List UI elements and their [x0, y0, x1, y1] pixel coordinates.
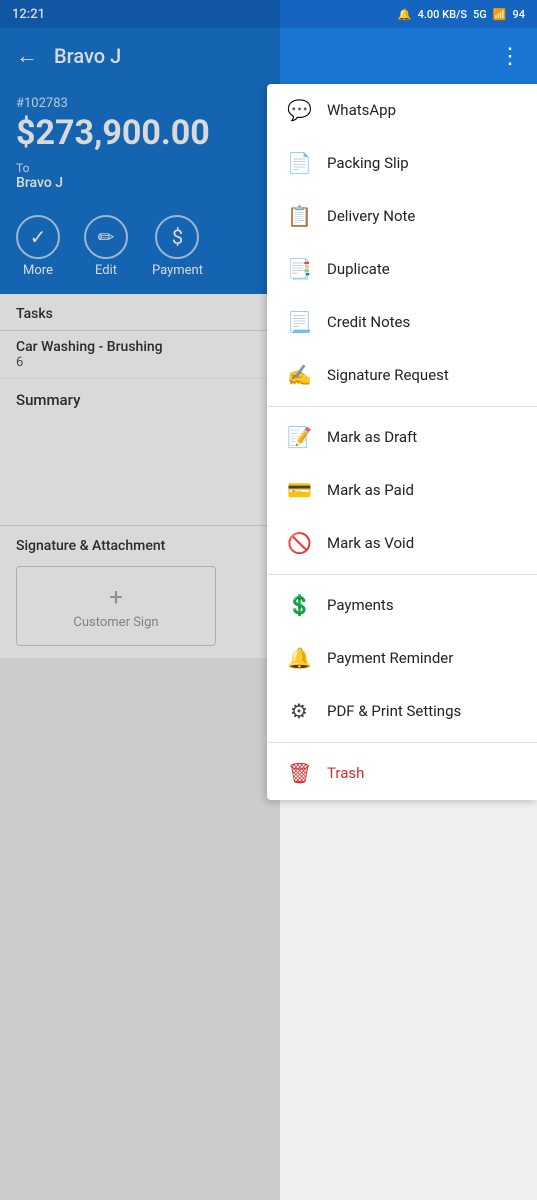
menu-label-mark-as-draft: Mark as Draft	[327, 428, 417, 446]
menu-label-credit-notes: Credit Notes	[327, 313, 410, 331]
menu-label-mark-as-paid: Mark as Paid	[327, 481, 414, 499]
menu-label-trash: Trash	[327, 764, 364, 782]
menu-item-trash[interactable]: 🗑 Trash	[267, 747, 537, 800]
menu-label-duplicate: Duplicate	[327, 260, 390, 278]
credit-notes-icon: 📃	[287, 310, 311, 334]
menu-label-delivery-note: Delivery Note	[327, 207, 415, 225]
menu-item-credit-notes[interactable]: 📃 Credit Notes	[267, 296, 537, 349]
menu-divider-1	[267, 406, 537, 407]
menu-item-payment-reminder[interactable]: 🔔 Payment Reminder	[267, 632, 537, 685]
menu-label-pdf-print: PDF & Print Settings	[327, 702, 461, 720]
mark-draft-icon: 📝	[287, 425, 311, 449]
menu-item-mark-as-void[interactable]: 🚫 Mark as Void	[267, 517, 537, 570]
menu-item-packing-slip[interactable]: 📄 Packing Slip	[267, 137, 537, 190]
menu-divider-3	[267, 742, 537, 743]
menu-item-whatsapp[interactable]: 💬 WhatsApp	[267, 84, 537, 137]
payment-reminder-icon: 🔔	[287, 646, 311, 670]
delivery-note-icon: 📋	[287, 204, 311, 228]
menu-item-mark-as-paid[interactable]: 💳 Mark as Paid	[267, 464, 537, 517]
menu-divider-2	[267, 574, 537, 575]
mark-paid-icon: 💳	[287, 478, 311, 502]
menu-item-duplicate[interactable]: 📑 Duplicate	[267, 243, 537, 296]
menu-label-payments: Payments	[327, 596, 394, 614]
duplicate-icon: 📑	[287, 257, 311, 281]
menu-item-signature-request[interactable]: ✍ Signature Request	[267, 349, 537, 402]
menu-label-payment-reminder: Payment Reminder	[327, 649, 453, 667]
menu-item-mark-as-draft[interactable]: 📝 Mark as Draft	[267, 411, 537, 464]
mark-void-icon: 🚫	[287, 531, 311, 555]
context-menu: 💬 WhatsApp 📄 Packing Slip 📋 Delivery Not…	[267, 84, 537, 800]
payments-icon: 💲	[287, 593, 311, 617]
menu-item-pdf-print[interactable]: ⚙ PDF & Print Settings	[267, 685, 537, 738]
dropdown-overlay: 💬 WhatsApp 📄 Packing Slip 📋 Delivery Not…	[0, 0, 537, 1200]
menu-label-whatsapp: WhatsApp	[327, 101, 396, 119]
menu-item-payments[interactable]: 💲 Payments	[267, 579, 537, 632]
trash-icon: 🗑	[287, 761, 311, 785]
menu-label-mark-as-void: Mark as Void	[327, 534, 414, 552]
dropdown-backdrop[interactable]	[0, 0, 280, 1200]
pdf-print-icon: ⚙	[287, 699, 311, 723]
signature-request-icon: ✍	[287, 363, 311, 387]
menu-item-delivery-note[interactable]: 📋 Delivery Note	[267, 190, 537, 243]
menu-label-signature-request: Signature Request	[327, 366, 449, 384]
menu-label-packing-slip: Packing Slip	[327, 154, 409, 172]
packing-slip-icon: 📄	[287, 151, 311, 175]
whatsapp-icon: 💬	[287, 98, 311, 122]
